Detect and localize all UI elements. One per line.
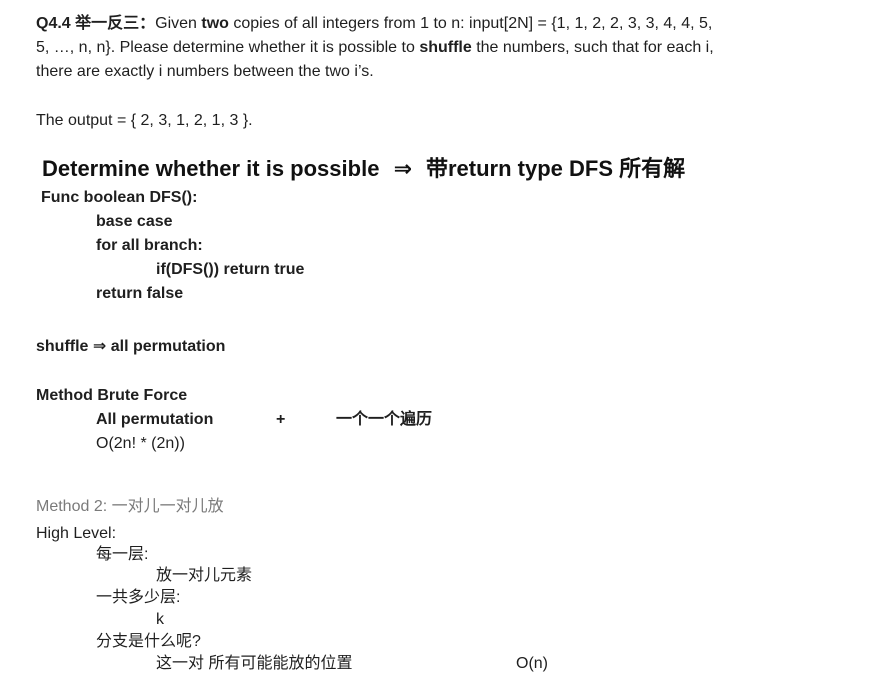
heading-right: 带return type DFS 所有解 (426, 156, 686, 181)
pseudo-func: Func boolean DFS(): (41, 189, 198, 206)
question-line-3: there are exactly i numbers between the … (36, 63, 374, 80)
shuffle-line: shuffle ⇒ all permutation (36, 338, 226, 355)
method2-each-layer: 每一层: (96, 546, 149, 563)
implies-arrow-icon: ⇒ (393, 156, 412, 181)
question-shuffle: shuffle (419, 39, 472, 56)
method2-place-pair: 放一对儿元素 (156, 567, 253, 584)
method1-all-permutation: All permutation (96, 411, 214, 428)
method1-title: Method Brute Force (36, 387, 188, 404)
method2-branches: 分支是什么呢? (96, 633, 201, 650)
question-label: Q4.4 举一反三： (36, 15, 156, 32)
question-line-2-text: 5, …, n, n}. Please determine whether it… (36, 39, 420, 56)
section-heading: Determine whether it is possible ⇒ 带retur… (42, 155, 685, 183)
question-line-1: Q4.4 举一反三：Given two copies of all intege… (36, 14, 712, 34)
question-two: two (201, 15, 229, 32)
method2-high-level: High Level: (36, 525, 117, 542)
method1-traverse: 一个一个遍历 (336, 411, 433, 428)
heading-left: Determine whether it is possible (42, 156, 380, 181)
method1-complexity: O(2n! * (2n)) (96, 435, 185, 452)
method2-k: k (156, 611, 164, 628)
question-text-cont: copies of all integers from 1 to n: inpu… (228, 15, 713, 32)
method2-total-layers: 一共多少层: (96, 589, 181, 606)
question-text: Given (155, 15, 202, 32)
pseudo-return-false: return false (96, 285, 184, 302)
method1-plus: + (276, 411, 286, 428)
method2-title: Method 2: 一对儿一对儿放 (36, 498, 224, 515)
output-example: The output = { 2, 3, 1, 2, 1, 3 }. (36, 112, 253, 129)
question-line-2-end: the numbers, such that for each i, (471, 39, 714, 56)
pseudo-if-dfs: if(DFS()) return true (156, 261, 305, 278)
pseudo-base-case: base case (96, 213, 173, 230)
pseudo-for-all: for all branch: (96, 237, 203, 254)
method2-positions: 这一对 所有可能能放的位置 (156, 655, 353, 672)
method2-complexity: O(n) (516, 655, 548, 672)
question-line-2: 5, …, n, n}. Please determine whether it… (36, 38, 714, 58)
